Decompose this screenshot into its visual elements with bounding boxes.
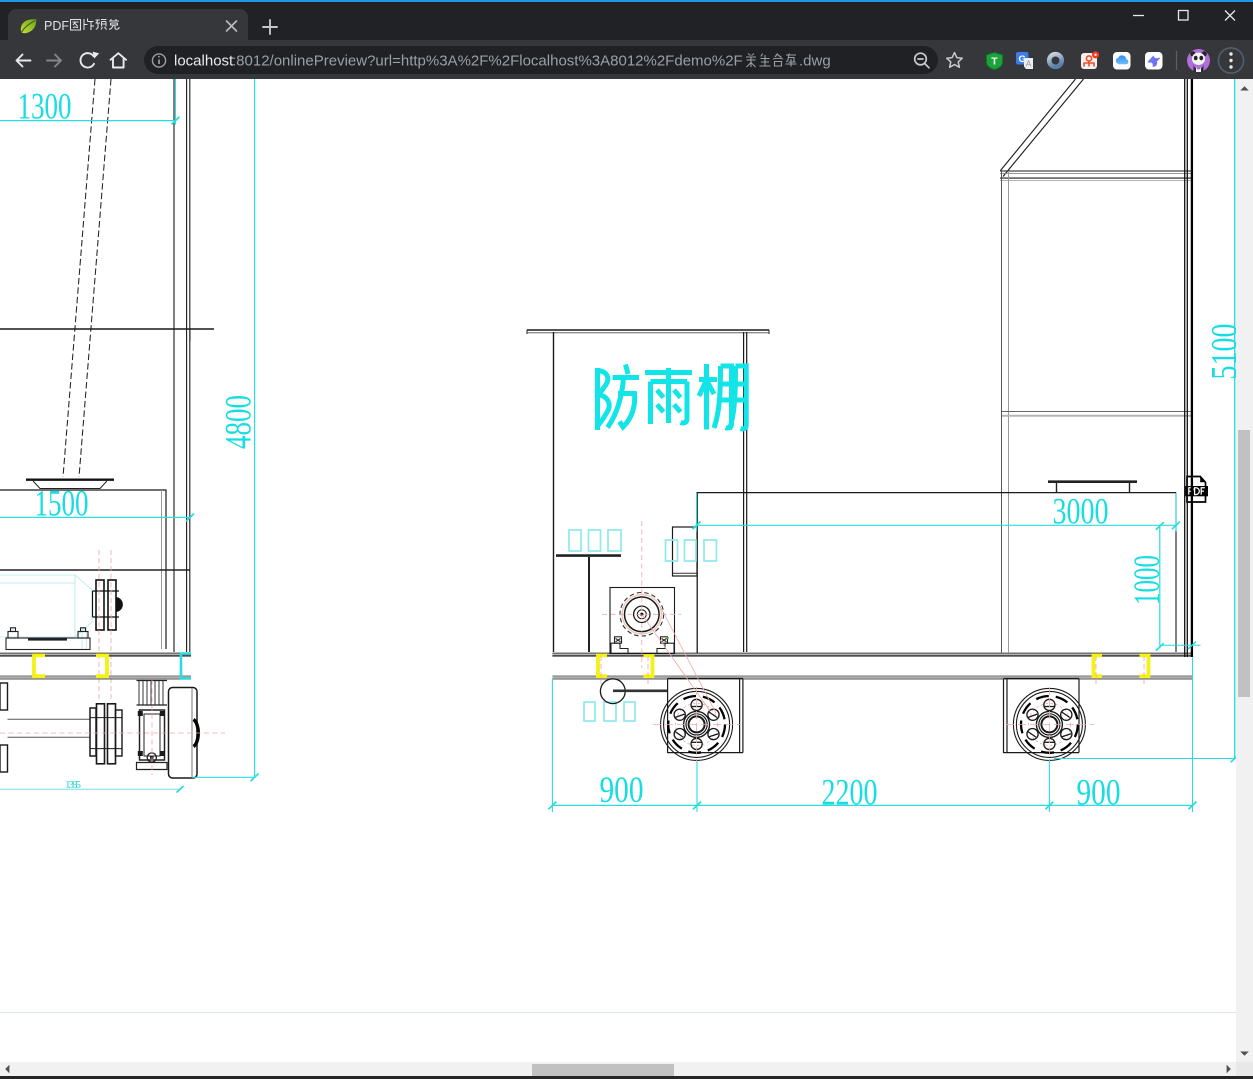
svg-text:900: 900 — [1077, 772, 1121, 813]
svg-text::8012/onlinePreview?url=http%3: :8012/onlinePreview?url=http%3A%2F%2Floc… — [232, 53, 743, 70]
svg-text:T: T — [991, 56, 998, 68]
svg-text:1300: 1300 — [18, 86, 72, 127]
svg-text:900: 900 — [600, 769, 644, 810]
svg-text:3000: 3000 — [1053, 491, 1109, 532]
svg-text:localhost: localhost — [174, 53, 234, 70]
svg-text:A: A — [1026, 59, 1032, 69]
svg-text:2200: 2200 — [822, 772, 878, 813]
svg-text:1000: 1000 — [1126, 555, 1167, 605]
svg-text:5100: 5100 — [1204, 324, 1237, 380]
svg-text:.dwg: .dwg — [799, 53, 831, 70]
svg-text:4800: 4800 — [218, 395, 259, 449]
svg-text:1500: 1500 — [35, 483, 89, 524]
svg-text:PDF: PDF — [44, 19, 69, 33]
